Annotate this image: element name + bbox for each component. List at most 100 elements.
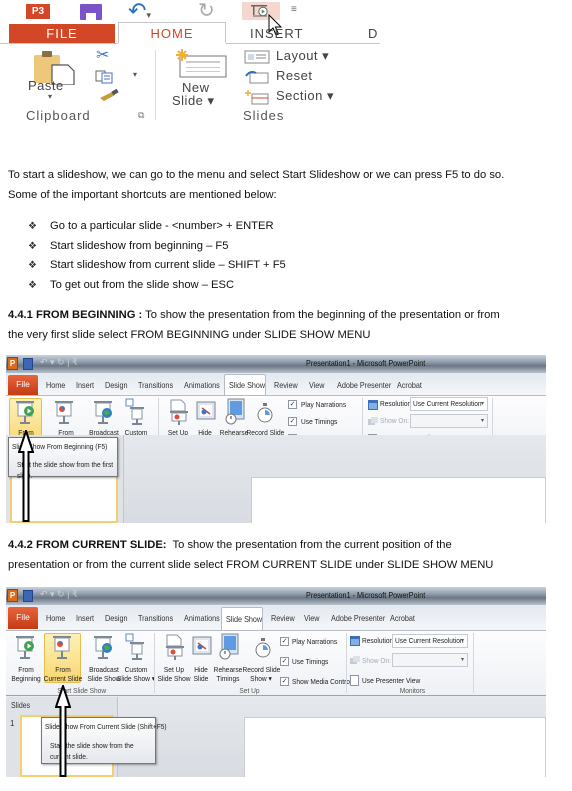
tab-slide-show[interactable]: Slide Show [221, 607, 263, 631]
rehearse-timings-button[interactable]: RehearseTimings [210, 665, 245, 683]
show-on-icon [368, 417, 378, 425]
new-slide-label-line2[interactable]: Slide ▾ [172, 93, 215, 109]
use-presenter-view-checkbox[interactable] [350, 675, 359, 686]
tab-design[interactable]: Design [105, 380, 127, 390]
use-timings-checkbox[interactable]: ✓ [288, 417, 297, 426]
tab-adobe-presenter[interactable]: Adobe Presenter [331, 613, 385, 623]
slide-number: 1 [10, 719, 15, 728]
slides-pane-tab[interactable]: Slides [11, 701, 30, 710]
show-on-label: Show On: [380, 416, 409, 425]
layout-icon [244, 50, 270, 69]
tab-insert[interactable]: INSERT [250, 24, 303, 44]
resolution-select[interactable]: Use Current Resolution ▾ [392, 634, 468, 648]
tab-animations[interactable]: Animations [184, 380, 220, 390]
tab-view[interactable]: View [304, 613, 320, 623]
hide-slide-icon [192, 636, 212, 655]
bullet-icon: ❖ [28, 280, 37, 291]
from-beginning-icon [16, 636, 34, 659]
set-up-slide-show-icon [170, 399, 188, 425]
tab-transitions[interactable]: Transitions [138, 613, 173, 623]
title-bar: P ↶ ▾ ↻ | ₹ Presentation1 - Microsoft Po… [6, 587, 546, 605]
tab-home[interactable]: HOME [118, 22, 226, 44]
set-up-slide-show-icon [166, 634, 184, 660]
reset-icon [244, 70, 270, 89]
tab-adobe-presenter[interactable]: Adobe Presenter [337, 380, 391, 390]
ribbon-2013-screenshot: P3 ↶▾ ↻ ≡ FILE HOME INSERT D Paste ▾ ✂ ▾ [0, 0, 380, 128]
tab-transitions[interactable]: Transitions [138, 380, 173, 390]
show-on-icon [350, 656, 360, 664]
tab-design-partial[interactable]: D [368, 24, 377, 44]
tab-review[interactable]: Review [271, 613, 295, 623]
custom-slide-show-icon [125, 398, 144, 425]
title-bar: P ↶ ▾ ↻ | ₹ Presentation1 - Microsoft Po… [6, 355, 546, 373]
play-narrations-checkbox[interactable]: ✓ [288, 400, 297, 409]
pointer-arrow-icon [18, 430, 34, 522]
chevron-down-icon: ▾ [480, 401, 484, 407]
tab-animations[interactable]: Animations [184, 613, 220, 623]
format-painter-icon[interactable] [98, 88, 120, 107]
paste-dropdown-icon[interactable]: ▾ [48, 92, 52, 101]
broadcast-slide-show-icon [94, 401, 112, 424]
set-up-slide-show-button[interactable]: Set UpSlide Show [156, 665, 191, 683]
undo-icon[interactable]: ↶ ▾ ↻ | ₹ [40, 357, 78, 368]
undo-icon[interactable]: ↶ ▾ ↻ | ₹ [40, 589, 78, 600]
chevron-down-icon: ▾ [460, 657, 464, 663]
tab-design[interactable]: Design [105, 613, 127, 623]
save-icon[interactable] [23, 590, 33, 602]
window-title: Presentation1 - Microsoft PowerPoint [306, 590, 426, 600]
bullet-item: ❖ Go to a particular slide - <number> + E… [28, 216, 274, 237]
from-current-slide-button[interactable]: FromCurrent Slide [43, 665, 83, 683]
clipboard-launcher-icon[interactable]: ⧉ [138, 110, 144, 121]
tab-file[interactable]: File [8, 375, 38, 395]
slide-canvas[interactable] [251, 477, 546, 523]
custom-slide-show-icon [125, 633, 144, 660]
undo-dropdown-icon[interactable]: ▾ [146, 10, 151, 20]
tab-insert[interactable]: Insert [76, 380, 94, 390]
section-icon [244, 89, 270, 110]
section-4-4-1-line-2: the very first slide select FROM BEGINNI… [8, 329, 371, 341]
use-presenter-view-label: Use Presenter View [362, 676, 421, 685]
section-4-4-2-heading: 4.4.2 FROM CURRENT SLIDE: [8, 539, 167, 551]
from-current-slide-icon [53, 636, 71, 659]
save-icon[interactable] [80, 4, 102, 20]
redo-icon[interactable]: ↻ [198, 0, 215, 22]
intro-line-2: Some of the important shortcuts are ment… [8, 189, 277, 201]
bullet-item: ❖ Start slideshow from current slide – SH… [28, 255, 286, 276]
use-timings-checkbox[interactable]: ✓ [280, 657, 289, 666]
from-beginning-button[interactable]: FromBeginning [7, 665, 46, 683]
resolution-icon [368, 400, 378, 410]
section-4-4-2-line-2: presentation or from the current slide s… [8, 559, 494, 571]
tab-view[interactable]: View [309, 380, 325, 390]
tab-slide-show[interactable]: Slide Show [224, 374, 266, 396]
tab-file[interactable]: FILE [9, 24, 115, 44]
save-icon[interactable] [23, 358, 33, 370]
tab-insert[interactable]: Insert [76, 613, 94, 623]
copy-icon[interactable] [95, 70, 115, 89]
bullet-icon: ❖ [28, 241, 37, 252]
tab-review[interactable]: Review [274, 380, 298, 390]
paste-label[interactable]: Paste [28, 78, 64, 93]
section-button[interactable]: Section ▾ [276, 88, 334, 104]
set-up-group-label: Set Up [239, 686, 260, 695]
custom-slide-show-button[interactable]: CustomSlide Show ▾ [117, 665, 156, 683]
show-on-select[interactable]: ▾ [392, 653, 468, 667]
tab-acrobat[interactable]: Acrobat [390, 613, 415, 623]
show-on-select[interactable]: ▾ [410, 414, 488, 428]
new-slide-icon[interactable] [172, 48, 228, 83]
section-4-4-1-heading: 4.4.1 FROM BEGINNING : [8, 309, 143, 321]
customize-qat-icon[interactable]: ≡ [291, 4, 297, 15]
resolution-select[interactable]: Use Current Resolution ▾ [410, 397, 488, 411]
tab-home[interactable]: Home [46, 613, 65, 623]
slide-canvas[interactable] [244, 717, 546, 777]
tab-home[interactable]: Home [46, 380, 65, 390]
record-slide-show-button[interactable]: Record SlideShow ▾ [243, 665, 281, 683]
cut-icon[interactable]: ✂ [96, 48, 109, 64]
copy-dropdown-icon[interactable]: ▾ [133, 70, 137, 79]
layout-button[interactable]: Layout ▾ [276, 48, 329, 64]
tab-acrobat[interactable]: Acrobat [397, 380, 422, 390]
show-media-controls-checkbox[interactable]: ✓ [280, 677, 289, 686]
reset-button[interactable]: Reset [276, 68, 312, 83]
play-narrations-checkbox[interactable]: ✓ [280, 637, 289, 646]
broadcast-slide-show-icon [94, 636, 112, 659]
tab-file[interactable]: File [8, 607, 38, 629]
